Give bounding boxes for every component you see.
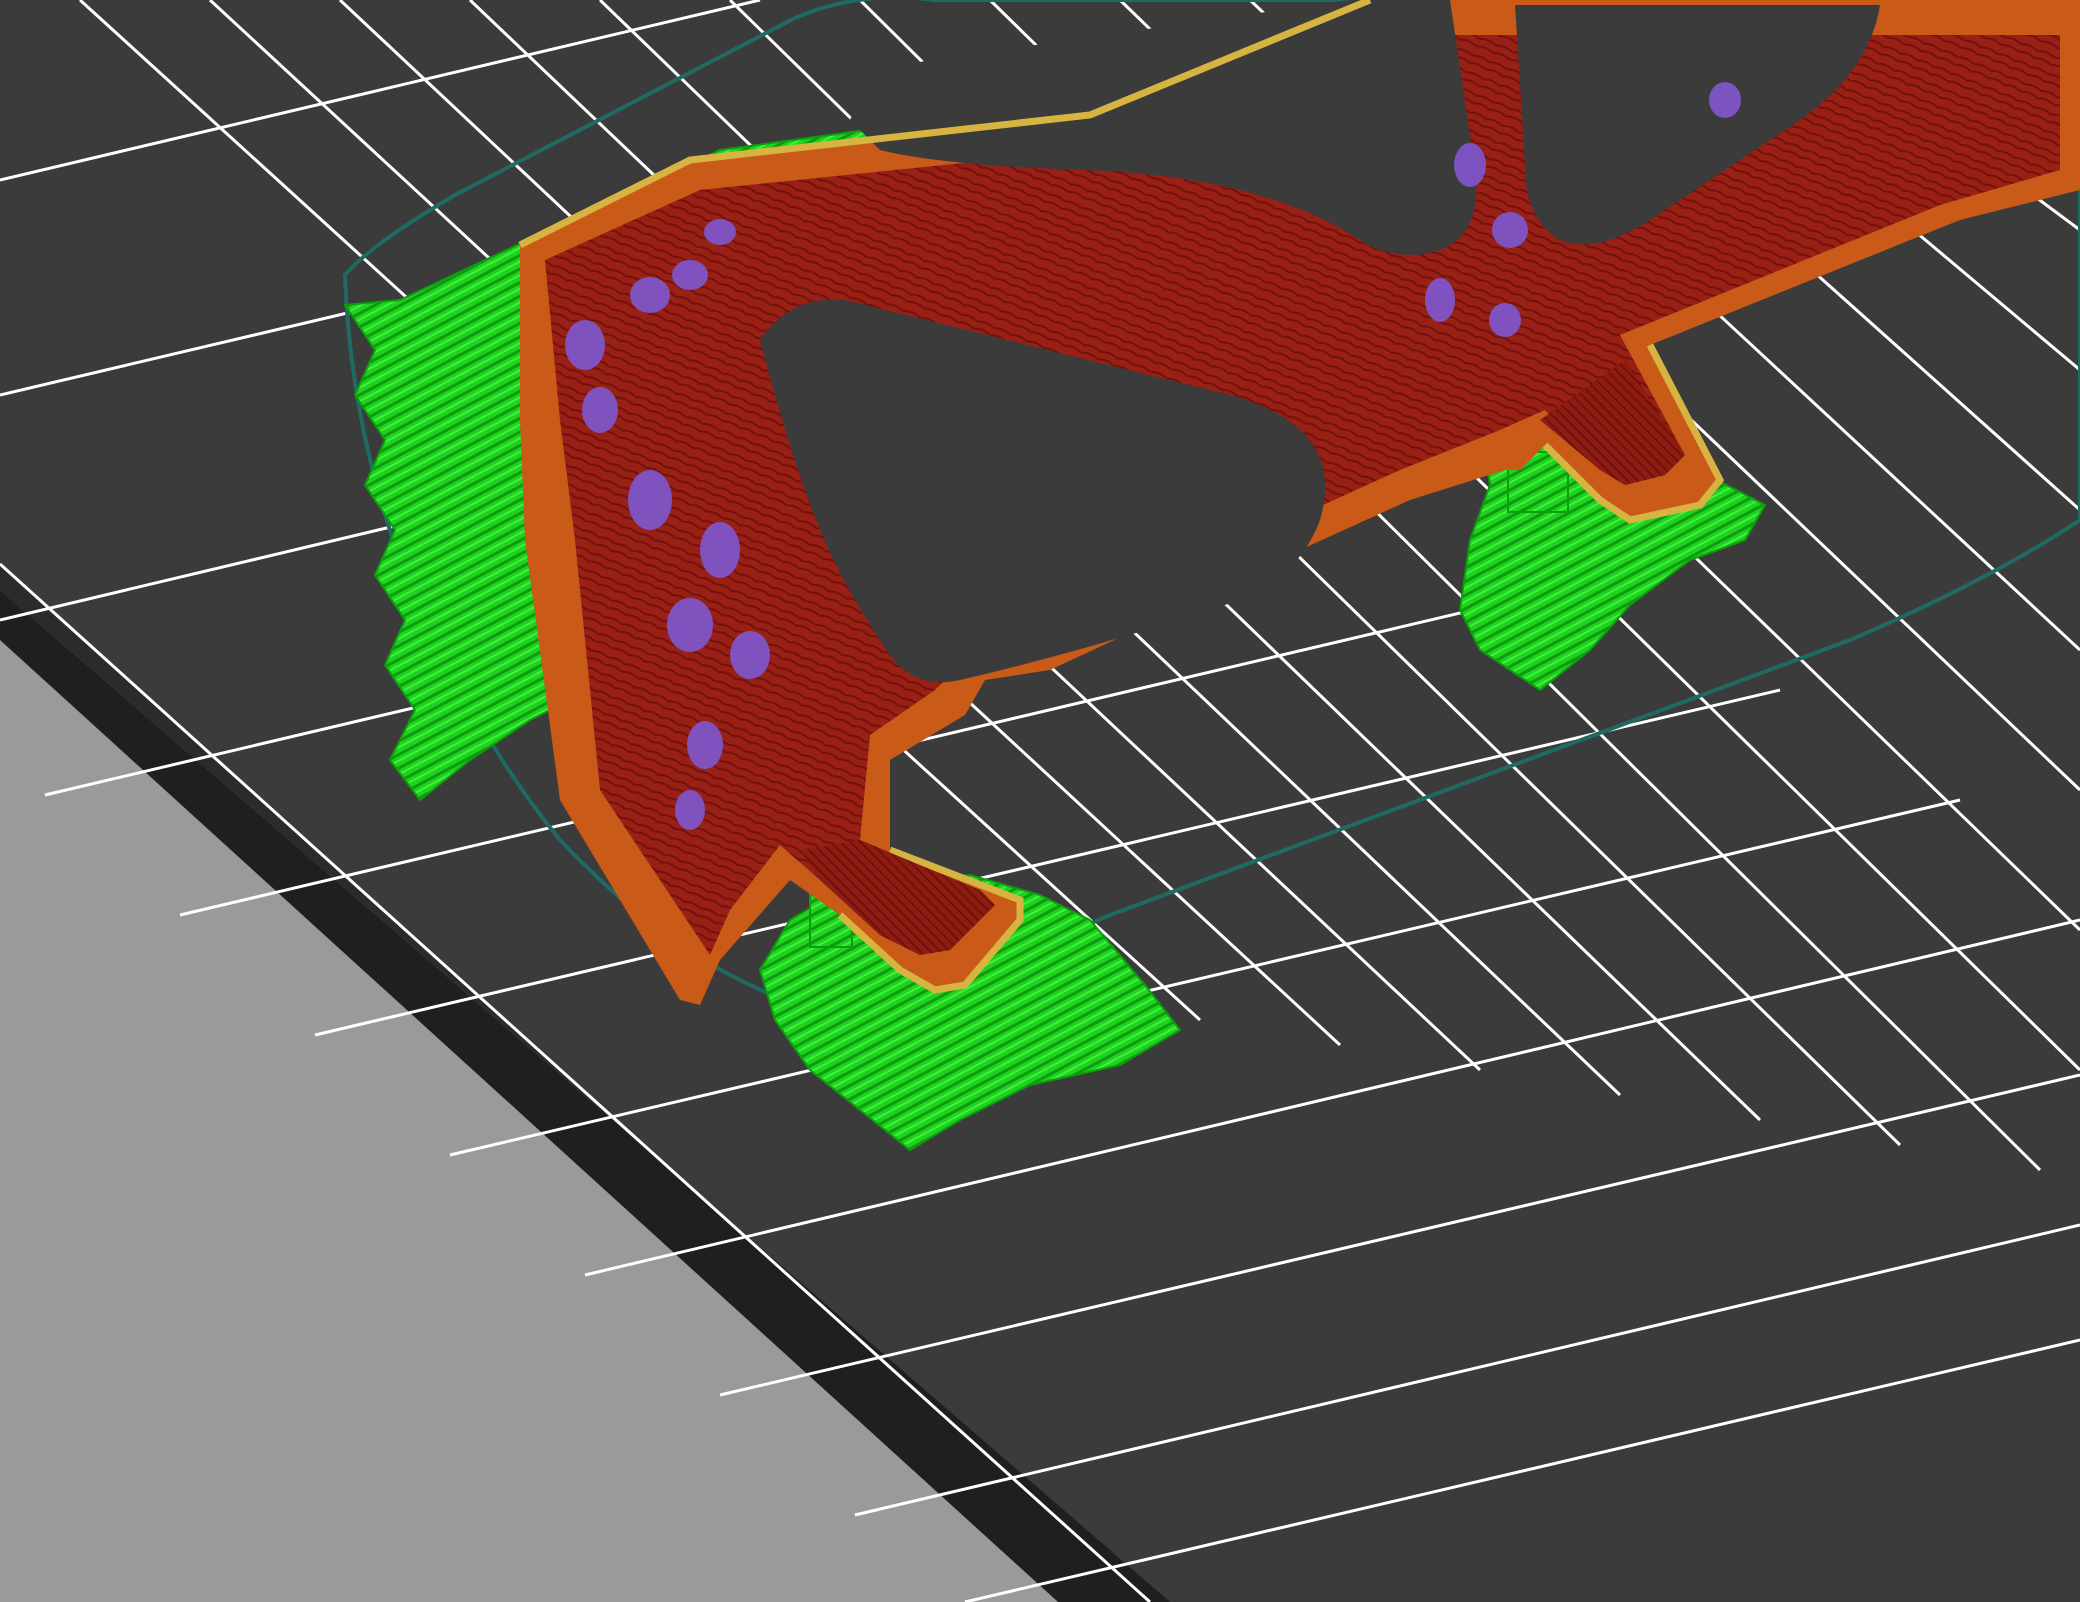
3d-preview-viewport[interactable] (0, 0, 2080, 1602)
print-bed-preview[interactable] (0, 0, 2080, 1602)
